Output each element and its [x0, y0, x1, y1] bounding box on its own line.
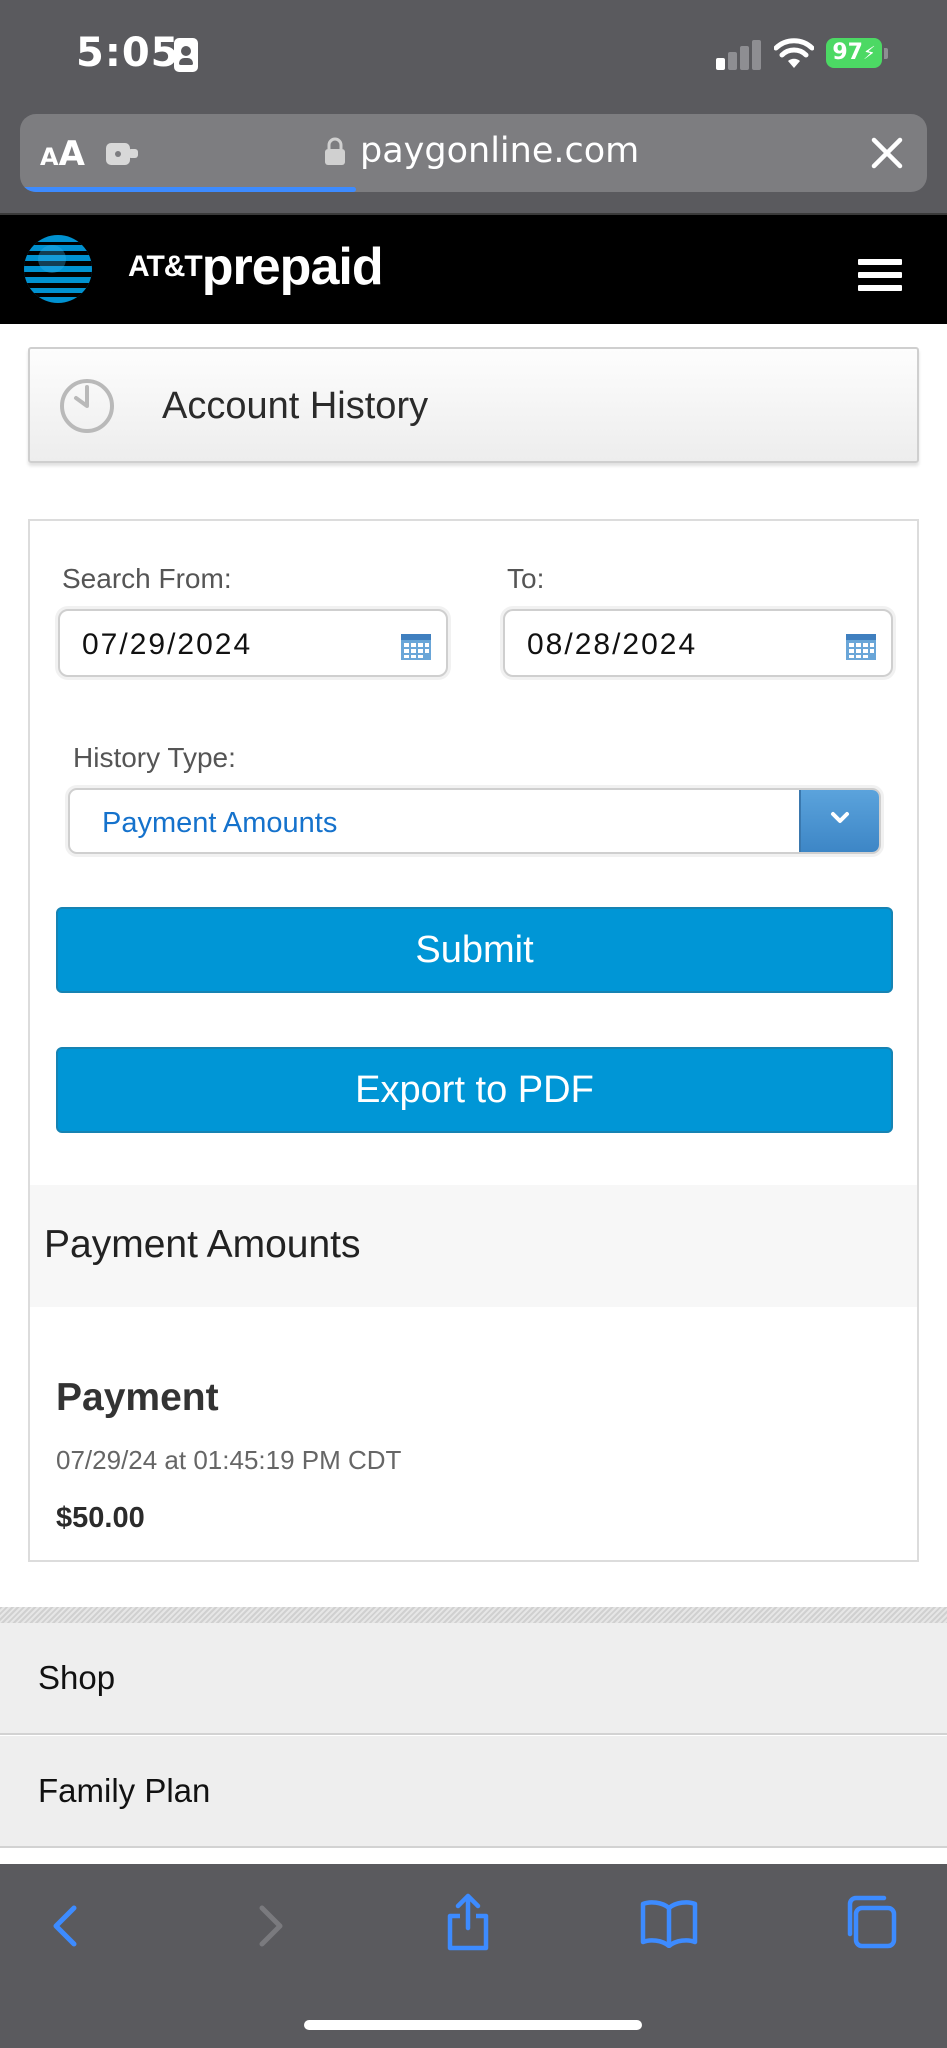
- page-title: Account History: [162, 385, 429, 427]
- att-globe-logo[interactable]: [22, 229, 94, 309]
- to-label: To:: [507, 563, 545, 594]
- chevron-down-icon: [831, 812, 849, 823]
- page-load-progress: [20, 187, 356, 192]
- brand-wordmark[interactable]: AT&Tprepaid: [128, 237, 384, 297]
- bookmarks-icon[interactable]: [640, 1898, 698, 1948]
- url-text[interactable]: paygonline.com: [360, 131, 639, 171]
- page-title-card: Account History: [28, 347, 919, 463]
- export-pdf-button[interactable]: Export to PDF: [56, 1047, 893, 1133]
- close-icon[interactable]: [866, 132, 908, 174]
- results-heading: Payment Amounts: [44, 1223, 361, 1266]
- status-bar: 5:05 97⚡: [0, 0, 947, 110]
- payment-type: Payment: [56, 1376, 219, 1419]
- back-icon[interactable]: [46, 1900, 86, 1952]
- submit-button[interactable]: Submit: [56, 907, 893, 993]
- status-time: 5:05: [76, 30, 180, 76]
- browser-chrome-top: 5:05 97⚡ AA paygonline.com: [0, 0, 947, 213]
- clock-icon: [60, 379, 114, 433]
- results-header: Payment Amounts: [30, 1185, 917, 1307]
- to-value: 08/28/2024: [527, 628, 698, 661]
- search-from-label: Search From:: [62, 563, 232, 594]
- wifi-icon: [774, 38, 814, 68]
- divider-stripe: [0, 1607, 947, 1623]
- share-icon[interactable]: [444, 1892, 492, 1952]
- home-indicator: [304, 2020, 642, 2030]
- footer-item-label: Shop: [38, 1659, 116, 1696]
- account-history-form: Search From: 07/29/2024 To: 08/28/2024 H…: [28, 519, 919, 1562]
- extension-icon[interactable]: [104, 138, 140, 168]
- search-from-value: 07/29/2024: [82, 628, 253, 661]
- hamburger-menu-icon[interactable]: [858, 259, 902, 295]
- history-type-label: History Type:: [73, 742, 236, 773]
- address-bar[interactable]: AA paygonline.com: [20, 114, 927, 192]
- forward-icon[interactable]: [250, 1900, 290, 1952]
- cellular-signal-icon: [716, 40, 762, 70]
- to-date-input[interactable]: 08/28/2024: [503, 609, 893, 677]
- site-header: AT&Tprepaid: [0, 213, 947, 324]
- brand-prepaid: prepaid: [201, 238, 384, 296]
- battery-indicator: 97⚡: [826, 38, 882, 68]
- battery-nub: [884, 48, 888, 59]
- tabs-icon[interactable]: [842, 1894, 898, 1950]
- dropdown-toggle[interactable]: [799, 790, 879, 852]
- lock-icon: [325, 137, 345, 165]
- calendar-icon[interactable]: [845, 631, 877, 661]
- calendar-icon[interactable]: [400, 631, 432, 661]
- text-size-button[interactable]: AA: [40, 134, 85, 174]
- footer-item-family-plan[interactable]: Family Plan: [0, 1736, 947, 1848]
- footer-item-shop[interactable]: Shop: [0, 1623, 947, 1735]
- battery-level: 97: [832, 40, 863, 65]
- history-type-select[interactable]: Payment Amounts: [68, 788, 881, 854]
- footer-item-label: Family Plan: [38, 1772, 211, 1809]
- payment-datetime: 07/29/24 at 01:45:19 PM CDT: [56, 1445, 402, 1475]
- search-from-date-input[interactable]: 07/29/2024: [58, 609, 448, 677]
- brand-att: AT&T: [128, 250, 203, 283]
- payment-amount: $50.00: [56, 1502, 145, 1534]
- contact-card-icon: [174, 38, 198, 72]
- history-type-value: Payment Amounts: [102, 807, 338, 839]
